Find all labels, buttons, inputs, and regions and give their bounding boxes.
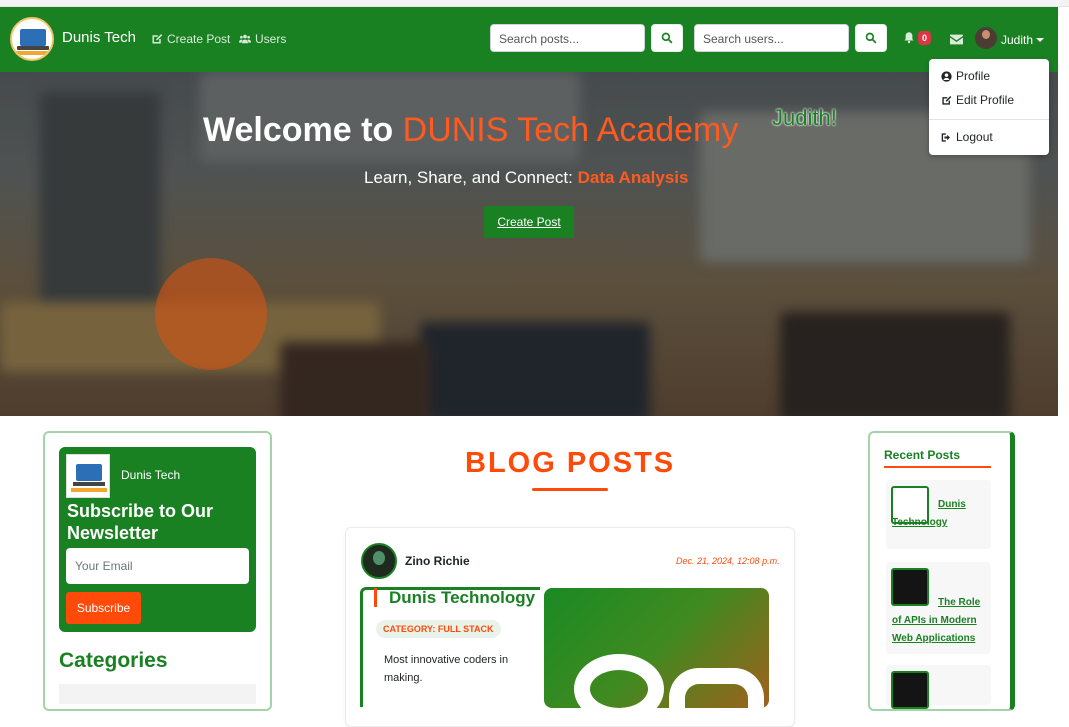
users-icon <box>239 34 251 44</box>
hero-decor-circle <box>155 258 267 370</box>
menu-item-logout[interactable]: Logout <box>941 130 993 144</box>
newsletter-box: Dunis Tech Subscribe to Our Newsletter Y… <box>59 447 256 632</box>
messages-button[interactable] <box>950 32 963 50</box>
post-description: Most innovative coders in making. <box>384 654 509 684</box>
hero-user-greeting: Judith! <box>772 105 837 130</box>
envelope-icon <box>950 34 963 45</box>
newsletter-title: Subscribe to Our Newsletter <box>67 501 214 543</box>
search-posts-button[interactable] <box>651 24 683 52</box>
recent-post-link[interactable]: The Role of APIs in Modern Web Applicati… <box>892 594 988 648</box>
menu-item-profile[interactable]: Profile <box>941 69 990 83</box>
chevron-down-icon[interactable] <box>1036 38 1044 42</box>
post-image-logo-shape <box>574 654 664 708</box>
post-title-accent-bar <box>374 588 377 607</box>
browser-top-strip <box>0 0 1069 7</box>
author-avatar[interactable] <box>361 543 397 579</box>
recent-posts-title: Recent Posts <box>884 448 961 462</box>
brand-logo[interactable] <box>10 17 54 61</box>
search-users-input[interactable]: Search users... <box>694 24 849 52</box>
post-image-logo-shape <box>669 668 764 708</box>
hero-title-accent: DUNIS Tech Academy <box>402 111 739 149</box>
recent-post-thumbnail <box>891 671 929 709</box>
menu-item-profile-label: Profile <box>956 69 991 83</box>
nav-users-label: Users <box>255 32 287 46</box>
newsletter-email-input[interactable]: Your Email <box>66 548 249 584</box>
category-list-item[interactable] <box>59 684 256 704</box>
blog-heading-underline <box>532 488 608 491</box>
menu-item-logout-label: Logout <box>956 130 993 144</box>
hero-subtitle-prefix: Learn, Share, and Connect: <box>364 168 573 187</box>
search-icon <box>661 32 673 44</box>
blog-heading: BLOG POSTS <box>465 447 676 479</box>
recent-post-item[interactable]: Dunis Technology <box>886 480 991 549</box>
hero-subtitle: Learn, Share, and Connect: Data Analysis <box>364 168 688 188</box>
edit-icon <box>152 34 163 44</box>
hero-subtitle-accent: Data Analysis <box>577 168 689 187</box>
user-circle-icon <box>941 70 952 82</box>
search-users-button[interactable] <box>855 24 887 52</box>
search-posts-input[interactable]: Search posts... <box>490 24 645 52</box>
menu-divider <box>929 119 1049 120</box>
post-date: Dec. 21, 2024, 12:08 p.m. <box>676 556 780 566</box>
menu-item-edit-profile-label: Edit Profile <box>956 93 1015 107</box>
hero-title-prefix: Welcome to <box>203 111 394 149</box>
hero-title: Welcome to DUNIS Tech Academy <box>203 111 738 150</box>
logout-icon <box>941 132 950 142</box>
nav-create-post[interactable]: Create Post <box>151 32 230 46</box>
user-avatar[interactable] <box>975 27 997 49</box>
recent-post-item[interactable]: The Role of APIs in Modern Web Applicati… <box>886 562 991 654</box>
bell-icon <box>904 32 914 44</box>
recent-post-link[interactable]: Dunis Technology <box>892 496 988 532</box>
brand-name[interactable]: Dunis Tech <box>62 29 136 46</box>
recent-posts-underline <box>884 466 991 468</box>
edit-icon <box>942 95 952 105</box>
notification-count-badge: 0 <box>918 31 932 45</box>
notifications-button[interactable] <box>903 31 915 49</box>
newsletter-brand: Dunis Tech <box>121 468 181 482</box>
user-dropdown-menu: Profile Edit Profile Logout <box>929 59 1049 155</box>
post-title[interactable]: Dunis Technology <box>389 588 535 608</box>
menu-item-edit-profile[interactable]: Edit Profile <box>941 93 1014 107</box>
recent-post-item[interactable] <box>886 665 991 709</box>
post-image[interactable] <box>544 588 769 708</box>
newsletter-logo <box>66 454 110 498</box>
hero-create-post-button[interactable]: Create Post <box>484 206 574 238</box>
navbar: Dunis Tech Create Post Users Search post… <box>0 7 1058 72</box>
categories-title: Categories <box>59 649 168 672</box>
nav-create-post-label: Create Post <box>167 32 231 46</box>
search-icon <box>865 32 877 44</box>
user-menu-toggle[interactable]: Judith <box>1001 33 1033 47</box>
nav-users[interactable]: Users <box>239 32 286 46</box>
post-category-badge[interactable]: CATEGORY: FULL STACK <box>376 620 501 638</box>
subscribe-button[interactable]: Subscribe <box>66 592 141 624</box>
post-author[interactable]: Zino Richie <box>405 554 470 568</box>
